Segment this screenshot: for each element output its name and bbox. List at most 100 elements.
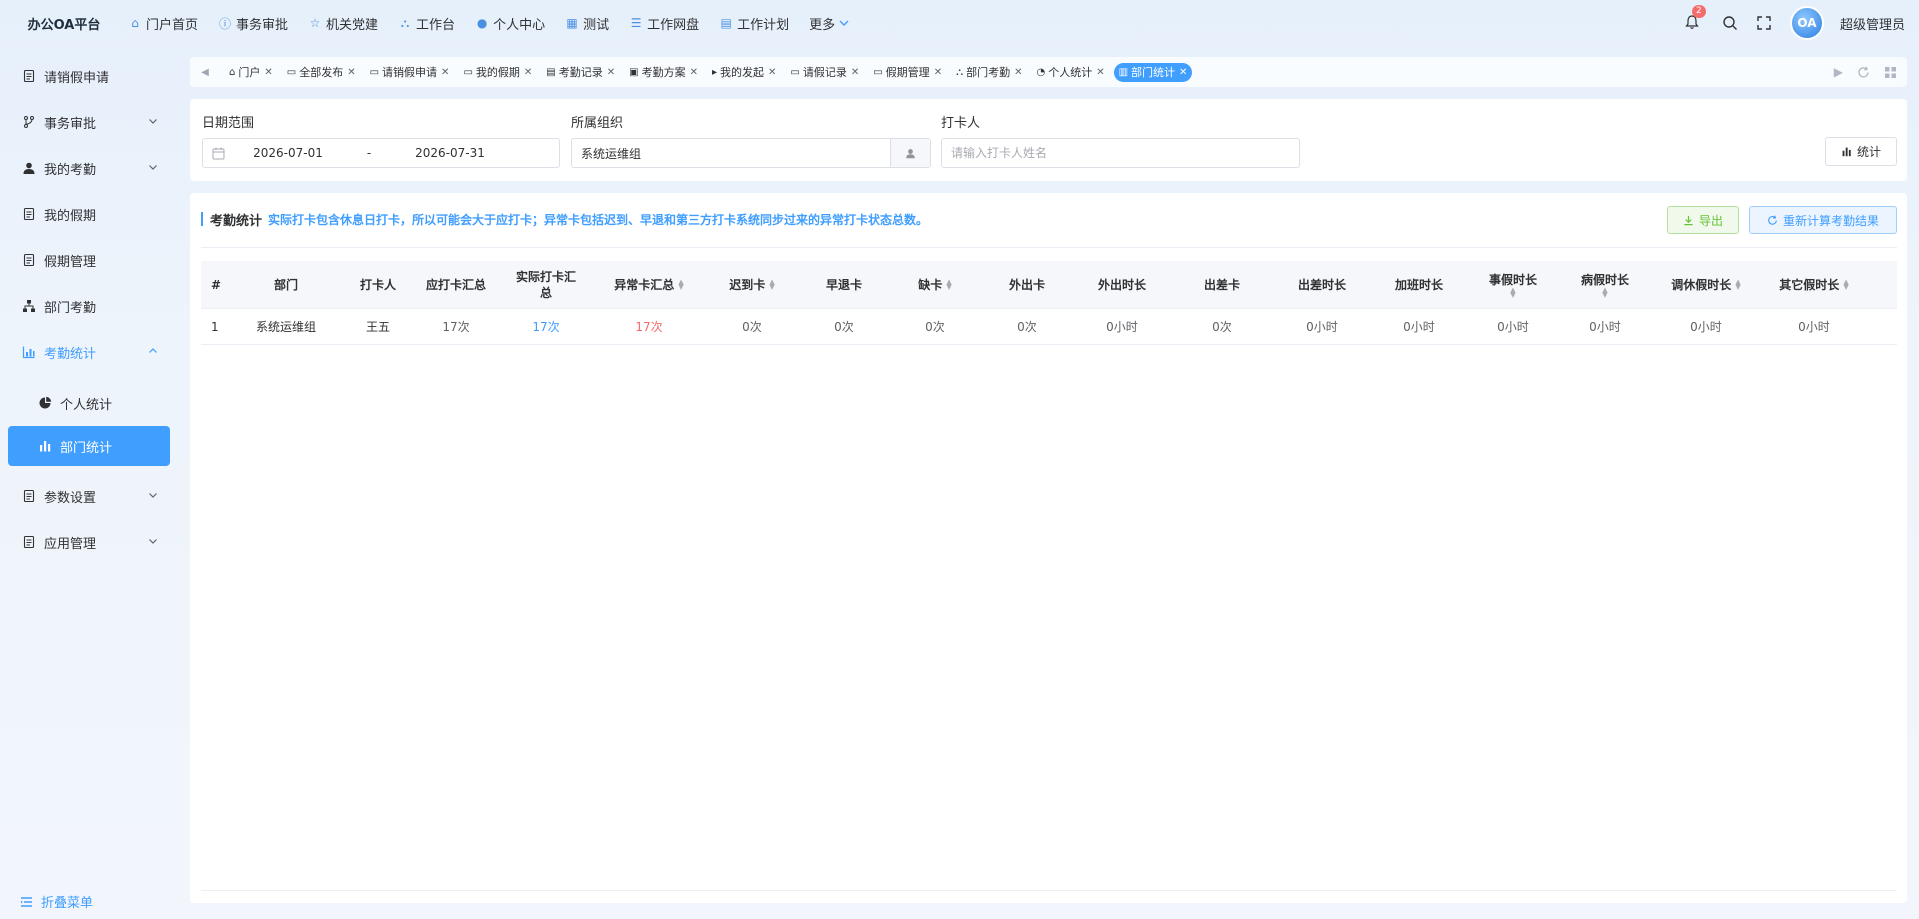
sidebar-item-label: 部门统计 [60,440,113,456]
column-header-label: 实际打卡汇总 [515,269,576,300]
star-icon: ☆ [309,16,321,30]
table-row[interactable]: 1 系统运维组 王五 17次 17次 17次 0次 0次 0次 0次 0小时 0… [201,309,1897,345]
tab-list: ⌂ 门户 ✕ ▭ 全部发布 ✕ ▭ 请销假申请 ✕ ▭ 我的假期 ✕ ▤ 考勤记录 ✕ ▣ 考勤方案 ✕… [220,62,1834,82]
topnav-affairs-approval[interactable]: ⓘ 事务审批 [218,14,288,33]
tab-my-vacation[interactable]: ▭ 我的假期 ✕ [458,63,537,82]
date-start-input[interactable]: 2026-07-01 [233,146,343,160]
close-icon[interactable]: ✕ [1179,67,1187,78]
close-icon[interactable]: ✕ [851,67,859,78]
sidebar-item-my-attendance[interactable]: 我的考勤 [8,148,170,188]
tab-leave-application[interactable]: ▭ 请销假申请 ✕ [365,63,455,82]
avatar[interactable]: OA [1789,6,1824,40]
sidebar-item-department-statistics[interactable]: 部门统计 [8,426,170,466]
topnav-party-building[interactable]: ☆ 机关党建 [308,14,378,33]
sidebar-item-label: 假期管理 [44,254,97,270]
close-icon[interactable]: ✕ [347,67,355,78]
tab-label: 假期管理 [885,66,930,79]
recalculate-button[interactable]: 重新计算考勤结果 [1749,206,1897,234]
close-icon[interactable]: ✕ [768,67,776,78]
export-button-label: 导出 [1698,213,1723,228]
tab-portal[interactable]: ⌂ 门户 ✕ [224,63,278,82]
tab-attendance-records[interactable]: ▤ 考勤记录 ✕ [541,63,620,82]
date-range-picker[interactable]: 2026-07-01 - 2026-07-31 [202,138,560,168]
sort-icon[interactable]: ▲ ▼ [769,278,774,290]
search-icon[interactable] [1722,15,1738,31]
close-icon[interactable]: ✕ [1014,67,1022,78]
close-icon[interactable]: ✕ [524,67,532,78]
sort-icon[interactable]: ▲ ▼ [1843,278,1848,290]
tab-vacation-management[interactable]: ▭ 假期管理 ✕ [868,63,947,82]
sidebar-item-parameter-settings[interactable]: 参数设置 [8,476,170,516]
export-button[interactable]: 导出 [1667,206,1739,234]
cell-business-trip: 0次 [1212,319,1232,334]
tab-personal-statistics[interactable]: ◔ 个人统计 ✕ [1031,63,1109,82]
sidebar-item-affairs-approval[interactable]: 事务审批 [8,102,170,142]
cell-abnormal-total[interactable]: 17次 [593,319,705,335]
tab-department-statistics[interactable]: ▥ 部门统计 ✕ [1113,62,1193,82]
top-bar: 办公OA平台 ⌂ 门户首页 ⓘ 事务审批 ☆ 机关党建 ⛬ 工作台 ● 个人中心… [0,0,1919,46]
sort-icon[interactable]: ▲ ▼ [1602,286,1607,298]
sidebar-item-app-management[interactable]: 应用管理 [8,522,170,562]
collapse-menu-button[interactable]: 折叠菜单 [20,892,93,911]
tab-scroll-left[interactable]: ◀ [190,57,220,87]
sidebar-item-vacation-management[interactable]: 假期管理 [8,240,170,280]
sidebar: 请销假申请 事务审批 我的考勤 我的假期 假期管理 部门考勤 考勤统计 个人统计… [0,46,178,919]
sort-icon[interactable]: ▲ ▼ [678,278,683,290]
sort-icon[interactable]: ▲ ▼ [946,278,951,290]
org-select-field[interactable]: 系统运维组 [571,138,931,168]
punch-person-input[interactable] [941,138,1300,168]
close-icon[interactable]: ✕ [441,67,449,78]
sidebar-item-department-attendance[interactable]: 部门考勤 [8,286,170,326]
apps-grid-icon[interactable] [1884,66,1897,79]
topnav-portal-home[interactable]: ⌂ 门户首页 [128,14,198,33]
department-statistics-table: # 部门 打卡人 应打卡汇总 实际打卡汇总 异常卡汇总 ▲ ▼ 迟到卡 ▲ ▼ 早退卡 … [201,261,1897,345]
topnav-personal-center[interactable]: ● 个人中心 [475,14,545,33]
org-picker-button[interactable] [890,139,930,167]
column-header-missing[interactable]: 缺卡 ▲ ▼ [889,277,981,293]
sort-icon[interactable]: ▲ ▼ [1735,278,1740,290]
sidebar-item-attendance-statistics[interactable]: 考勤统计 [8,332,170,372]
column-header-label: 缺卡 [918,277,943,292]
column-header-abnormal-total[interactable]: 异常卡汇总 ▲ ▼ [593,277,705,293]
column-header-sick-leave[interactable]: 病假时长 ▲ ▼ [1559,272,1651,299]
tab-scroll-right[interactable]: ▶ [1834,65,1843,79]
topnav-test[interactable]: ▦ 测试 [565,14,609,33]
sidebar-item-leave-application[interactable]: 请销假申请 [8,56,170,96]
notification-badge: 2 [1691,5,1706,18]
username[interactable]: 超级管理员 [1840,14,1905,33]
close-icon[interactable]: ✕ [690,67,698,78]
tab-my-initiated[interactable]: ▸ 我的发起 ✕ [707,63,781,82]
close-icon[interactable]: ✕ [1096,67,1104,78]
date-end-input[interactable]: 2026-07-31 [395,146,505,160]
close-icon[interactable]: ✕ [607,67,615,78]
tab-department-attendance[interactable]: ⛬ 部门考勤 ✕ [951,63,1027,82]
column-header-expected-total: 应打卡汇总 [425,277,486,292]
column-header-late[interactable]: 迟到卡 ▲ ▼ [705,277,799,293]
statistics-button[interactable]: 统计 [1825,137,1897,166]
tab-leave-records[interactable]: ▭ 请假记录 ✕ [785,63,864,82]
sidebar-item-personal-statistics[interactable]: 个人统计 [8,383,170,423]
cell-personal-leave: 0小时 [1497,319,1529,334]
chevron-down-icon [149,493,157,498]
column-header-personal-leave[interactable]: 事假时长 ▲ ▼ [1467,272,1559,299]
card-note: 实际打卡包含休息日打卡，所以可能会大于应打卡；异常卡包括迟到、早退和第三方打卡系… [268,212,929,227]
cell-actual-total[interactable]: 17次 [499,319,593,335]
column-header-other-leave[interactable]: 其它假时长 ▲ ▼ [1761,277,1867,293]
close-icon[interactable]: ✕ [934,67,942,78]
notification-button[interactable]: 2 [1684,5,1706,32]
column-header-compensatory-leave[interactable]: 调休假时长 ▲ ▼ [1651,277,1761,293]
topnav-work-drive[interactable]: ☰ 工作网盘 [629,14,699,33]
menu-fold-icon [21,896,32,907]
topnav-workbench[interactable]: ⛬ 工作台 [398,14,455,33]
topnav-more[interactable]: 更多 [809,14,849,33]
sidebar-item-my-vacation[interactable]: 我的假期 [8,194,170,234]
sidebar-item-label: 考勤统计 [44,346,97,362]
fullscreen-icon[interactable] [1756,15,1772,31]
tab-all-published[interactable]: ▭ 全部发布 ✕ [282,63,361,82]
close-icon[interactable]: ✕ [264,67,272,78]
cell-late: 0次 [742,319,762,334]
refresh-icon[interactable] [1857,66,1870,79]
sort-icon[interactable]: ▲ ▼ [1510,286,1515,298]
tab-attendance-plan[interactable]: ▣ 考勤方案 ✕ [624,63,703,82]
topnav-work-plan[interactable]: ▤ 工作计划 [719,14,789,33]
